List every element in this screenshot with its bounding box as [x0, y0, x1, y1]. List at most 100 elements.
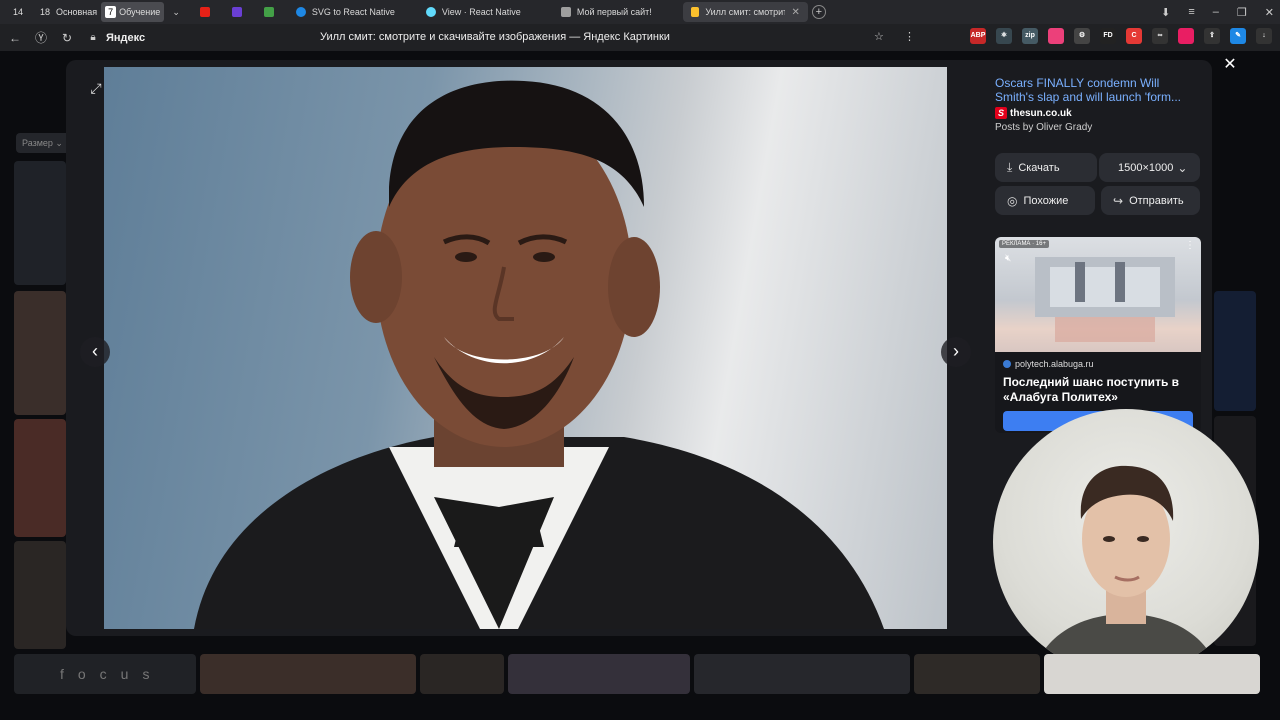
gear-extension-icon[interactable]: ⚙: [1074, 28, 1090, 44]
tab-group-count: 18: [40, 7, 51, 17]
resolution-dropdown[interactable]: 1500×1000 ⌄: [1099, 153, 1200, 182]
tab-group-14[interactable]: 14: [6, 2, 33, 22]
minimize-button[interactable]: –: [1213, 6, 1219, 18]
advertisement-card[interactable]: РЕКЛАМА · 16+ 🔇︎ ⋮ polytech.alabuga.ru П…: [995, 237, 1201, 433]
tab-group-count: 7: [105, 6, 117, 18]
mute-icon[interactable]: 🔇︎: [1005, 253, 1011, 264]
result-thumbnail[interactable]: [14, 291, 66, 415]
ad-badge: РЕКЛАМА · 16+: [999, 240, 1049, 248]
ad-title[interactable]: Последний шанс поступить в «Алабуга Поли…: [1003, 375, 1193, 405]
address-bar: ← Ⓨ ↻ 🔒︎ Яндекс Уилл смит: смотрите и ск…: [0, 24, 1280, 51]
thumbnail-text: focus: [60, 666, 164, 682]
window-controls: ⬇ ≡ – ❐ ✕: [1161, 0, 1274, 24]
tab-ufa[interactable]: [224, 2, 256, 22]
glasses-extension-icon[interactable]: ∞: [1152, 28, 1168, 44]
result-thumbnail[interactable]: [1214, 291, 1256, 411]
reload-icon[interactable]: ↻: [56, 31, 78, 45]
source-title-link[interactable]: Oscars FINALLY condemn Will Smith's slap…: [995, 76, 1195, 104]
site-icon: [295, 7, 306, 17]
new-tab-button[interactable]: +: [811, 5, 826, 19]
expand-icon[interactable]: ⤢: [86, 80, 106, 100]
source-site[interactable]: S thesun.co.uk: [995, 107, 1072, 119]
tab-group-main[interactable]: 18 Основная: [33, 2, 101, 22]
download-button[interactable]: ⤓ Скачать: [995, 153, 1097, 182]
fd-extension-icon[interactable]: FD: [1100, 28, 1116, 44]
similar-images-button[interactable]: ◎ Похожие: [995, 186, 1095, 215]
tab-view-react-native[interactable]: View · React Native: [418, 2, 553, 22]
downloads-icon[interactable]: ⬇: [1161, 6, 1170, 19]
page-title[interactable]: Уилл смит: смотрите и скачивайте изображ…: [320, 31, 670, 43]
lock-icon[interactable]: 🔒︎: [82, 32, 104, 43]
portrait-illustration: [194, 80, 884, 629]
tab-svg-to-react-native[interactable]: SVG to React Native: [288, 2, 418, 22]
result-thumbnail[interactable]: [14, 541, 66, 649]
ad-site-icon: [1003, 360, 1011, 368]
youtube-icon: [199, 7, 210, 17]
result-thumbnail[interactable]: [420, 654, 504, 694]
close-viewer-button[interactable]: ✕: [1220, 54, 1240, 74]
result-thumbnail[interactable]: [200, 654, 416, 694]
similar-label: Похожие: [1023, 194, 1069, 207]
pink-extension-icon[interactable]: [1178, 28, 1194, 44]
menu-icon[interactable]: ≡: [1188, 6, 1194, 18]
react-devtools-extension-icon[interactable]: ⚛: [996, 28, 1012, 44]
tab-group-learning[interactable]: 7 Обучение: [101, 2, 165, 22]
adblock-extension-icon[interactable]: ABP: [970, 28, 986, 44]
bookmark-icon[interactable]: ☆: [874, 30, 884, 43]
tab-group-label: Основная: [56, 7, 98, 17]
c-extension-icon[interactable]: C: [1126, 28, 1142, 44]
ad-domain-label: polytech.alabuga.ru: [1015, 359, 1094, 369]
more-icon[interactable]: ⋮: [904, 30, 915, 43]
tab-label: SVG to React Native: [311, 7, 395, 17]
tab-label: View · React Native: [441, 7, 521, 17]
ad-domain[interactable]: polytech.alabuga.ru: [1003, 359, 1094, 369]
next-image-button[interactable]: ›: [941, 337, 971, 367]
main-image[interactable]: [104, 67, 947, 629]
share-extension-icon[interactable]: ⇪: [1204, 28, 1220, 44]
tab-label: Мой первый сайт!: [576, 7, 652, 17]
result-thumbnail[interactable]: [694, 654, 910, 694]
size-filter-dropdown[interactable]: Размер ⌄: [16, 133, 70, 153]
result-thumbnail[interactable]: [14, 161, 66, 285]
source-site-name: thesun.co.uk: [1010, 107, 1072, 119]
download-extension-icon[interactable]: ↓: [1256, 28, 1272, 44]
result-thumbnail[interactable]: [14, 419, 66, 537]
yandex-images-icon: [690, 7, 700, 17]
close-window-button[interactable]: ✕: [1265, 6, 1274, 19]
document-icon: [560, 7, 571, 17]
back-icon[interactable]: ←: [4, 31, 26, 45]
bottom-thumbnails: focus: [14, 654, 1260, 694]
result-thumbnail[interactable]: [914, 654, 1040, 694]
webcam-overlay: [993, 409, 1259, 675]
tab-group-label: Обучение: [119, 7, 161, 17]
tab-yandex-images[interactable]: Уилл смит: смотрите и ✕: [682, 2, 808, 22]
site-name[interactable]: Яндекс: [106, 32, 145, 44]
android-icon: [263, 7, 274, 17]
previous-image-button[interactable]: ‹: [80, 337, 110, 367]
chevron-down-icon: ⌄: [1177, 160, 1188, 175]
close-tab-icon[interactable]: ✕: [791, 7, 799, 18]
result-thumbnail[interactable]: focus: [14, 654, 196, 694]
result-thumbnail[interactable]: [508, 654, 690, 694]
maximize-button[interactable]: ❐: [1237, 6, 1247, 19]
source-author: Posts by Oliver Grady: [995, 122, 1093, 133]
tab-youtube[interactable]: [192, 2, 224, 22]
more-icon[interactable]: ⋮: [1185, 240, 1195, 251]
the-sun-logo-icon: S: [995, 107, 1007, 119]
download-icon: ⤓: [1007, 160, 1013, 174]
ad-image[interactable]: [995, 237, 1201, 352]
download-label: Скачать: [1018, 161, 1060, 174]
tab-my-first-site[interactable]: Мой первый сайт!: [553, 2, 683, 22]
similar-icon: ◎: [1007, 193, 1018, 208]
pen-extension-icon[interactable]: ✎: [1230, 28, 1246, 44]
tab-label: Уилл смит: смотрите и: [705, 7, 786, 17]
chevron-down-icon[interactable]: ⌄: [172, 7, 180, 18]
site-icon: [231, 7, 242, 17]
result-thumbnail[interactable]: [1044, 654, 1260, 694]
zip-extension-icon[interactable]: zip: [1022, 28, 1038, 44]
color-extension-icon[interactable]: [1048, 28, 1064, 44]
yandex-icon[interactable]: Ⓨ: [30, 29, 52, 46]
share-button[interactable]: ↪ Отправить: [1101, 186, 1200, 215]
share-label: Отправить: [1129, 194, 1184, 207]
tab-android[interactable]: [256, 2, 288, 22]
